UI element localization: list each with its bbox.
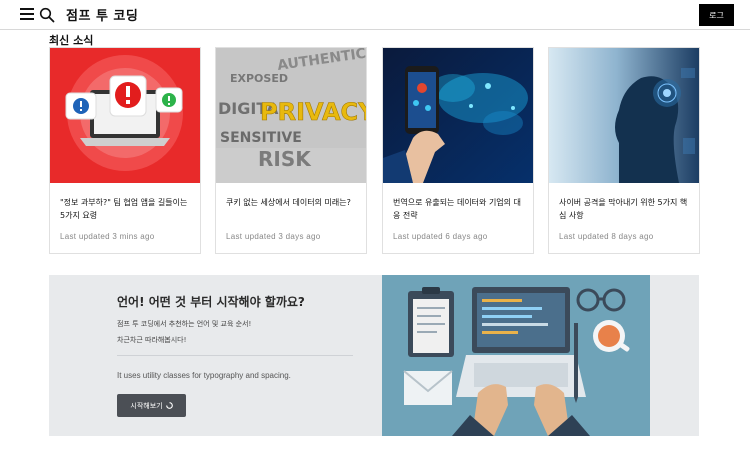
hand-phone-map-image [383,48,533,183]
brand-title[interactable]: 점프 투 코딩 [66,5,138,24]
card-title[interactable]: 쿠키 없는 세상에서 데이터의 미래는? [226,196,358,209]
news-card[interactable]: AUTHENTICATION EXPOSED DIGITAL PRIVACY S… [215,47,367,254]
card-title[interactable]: "정보 과부하?" 팀 협업 앱을 길들이는 5가지 요령 [60,196,192,222]
menu-icon[interactable] [20,8,34,20]
news-card[interactable]: 사이버 공격을 막아내기 위한 5가지 핵심 사항 Last updated 8… [548,47,700,254]
card-timestamp: Last updated 3 days ago [226,232,321,241]
privacy-word-cloud-image: AUTHENTICATION EXPOSED DIGITAL PRIVACY S… [216,48,366,183]
banner-note: It uses utility classes for typography a… [117,371,291,380]
banner-divider [117,355,353,356]
alert-laptop-image [50,48,200,183]
banner-description: 점프 투 코딩에서 추천하는 언어 및 교육 순서! 차근차근 따라해봅시다! [117,316,367,348]
search-icon[interactable] [39,7,55,23]
top-header: 점프 투 코딩 로그 [0,0,750,30]
workspace-illustration [382,275,650,436]
promo-banner: 언어! 어떤 것 부터 시작해야 할까요? 점프 투 코딩에서 추천하는 언어 … [49,275,699,436]
banner-text-block: 언어! 어떤 것 부터 시작해야 할까요? 점프 투 코딩에서 추천하는 언어 … [117,293,367,348]
word-cloud-privacy: PRIVACY [260,98,366,126]
start-button-label: 시작해보기 [130,401,163,410]
card-title[interactable]: 번역으로 유출되는 데이터와 기업의 대응 전략 [393,196,525,222]
banner-title: 언어! 어떤 것 부터 시작해야 할까요? [117,295,305,309]
start-button[interactable]: 시작해보기 [117,394,186,417]
news-card[interactable]: "정보 과부하?" 팀 협업 앱을 길들이는 5가지 요령 Last updat… [49,47,201,254]
card-timestamp: Last updated 6 days ago [393,232,488,241]
loading-icon [165,402,173,409]
word-cloud-exposed: EXPOSED [230,72,288,85]
banner-desc-line1: 점프 투 코딩에서 추천하는 언어 및 교육 순서! [117,320,252,328]
banner-desc-line2: 차근차근 따라해봅시다! [117,336,187,344]
word-cloud-sensitive: SENSITIVE [220,130,302,146]
card-title[interactable]: 사이버 공격을 막아내기 위한 5가지 핵심 사항 [559,196,691,222]
thinking-silhouette-image [549,48,699,183]
section-title: 최신 소식 [49,34,94,47]
login-button[interactable]: 로그 [699,4,734,26]
news-card[interactable]: 번역으로 유출되는 데이터와 기업의 대응 전략 Last updated 6 … [382,47,534,254]
card-timestamp: Last updated 3 mins ago [60,232,155,241]
card-timestamp: Last updated 8 days ago [559,232,654,241]
